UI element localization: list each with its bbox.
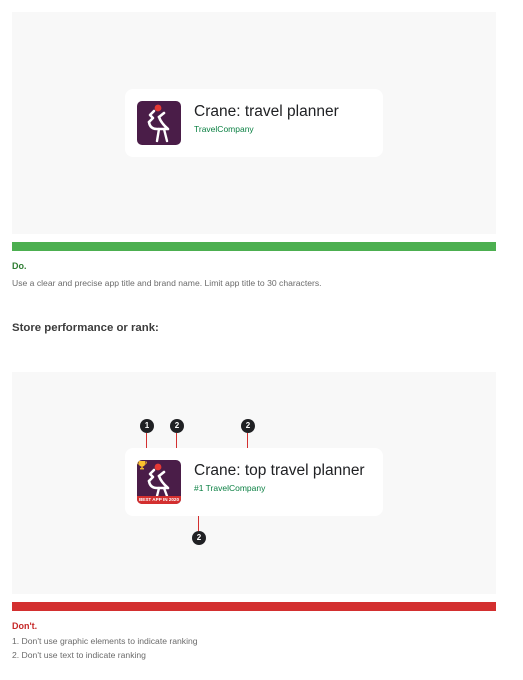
app-listing-card[interactable]: BEST APP IN 2020 Crane: top travel plann… (125, 448, 383, 516)
do-description: Use a clear and precise app title and br… (12, 278, 322, 288)
dont-item: 1. Don't use graphic elements to indicat… (12, 636, 198, 646)
do-example-panel: Crane: travel planner TravelCompany (12, 12, 496, 234)
do-label: Do. (12, 261, 27, 271)
annotation-marker: 2 (170, 419, 184, 433)
app-title: Crane: travel planner (194, 103, 339, 120)
annotation-marker: 2 (192, 531, 206, 545)
section-heading: Store performance or rank: (12, 322, 159, 334)
annotation-marker: 1 (140, 419, 154, 433)
crane-app-icon: BEST APP IN 2020 (137, 460, 181, 504)
dont-indicator-bar (12, 602, 496, 611)
brand-name[interactable]: #1 TravelCompany (194, 483, 265, 493)
brand-name[interactable]: TravelCompany (194, 124, 254, 134)
app-listing-card[interactable]: Crane: travel planner TravelCompany (125, 89, 383, 157)
dont-example-panel: BEST APP IN 2020 Crane: top travel plann… (12, 372, 496, 594)
dont-item: 2. Don't use text to indicate ranking (12, 650, 146, 660)
app-title: Crane: top travel planner (194, 462, 365, 479)
ranking-badge: BEST APP IN 2020 (137, 496, 181, 504)
dont-label: Don't. (12, 621, 38, 631)
trophy-icon (137, 461, 147, 470)
do-indicator-bar (12, 242, 496, 251)
crane-bird-icon (147, 104, 170, 143)
crane-app-icon (137, 101, 181, 145)
annotation-marker: 2 (241, 419, 255, 433)
